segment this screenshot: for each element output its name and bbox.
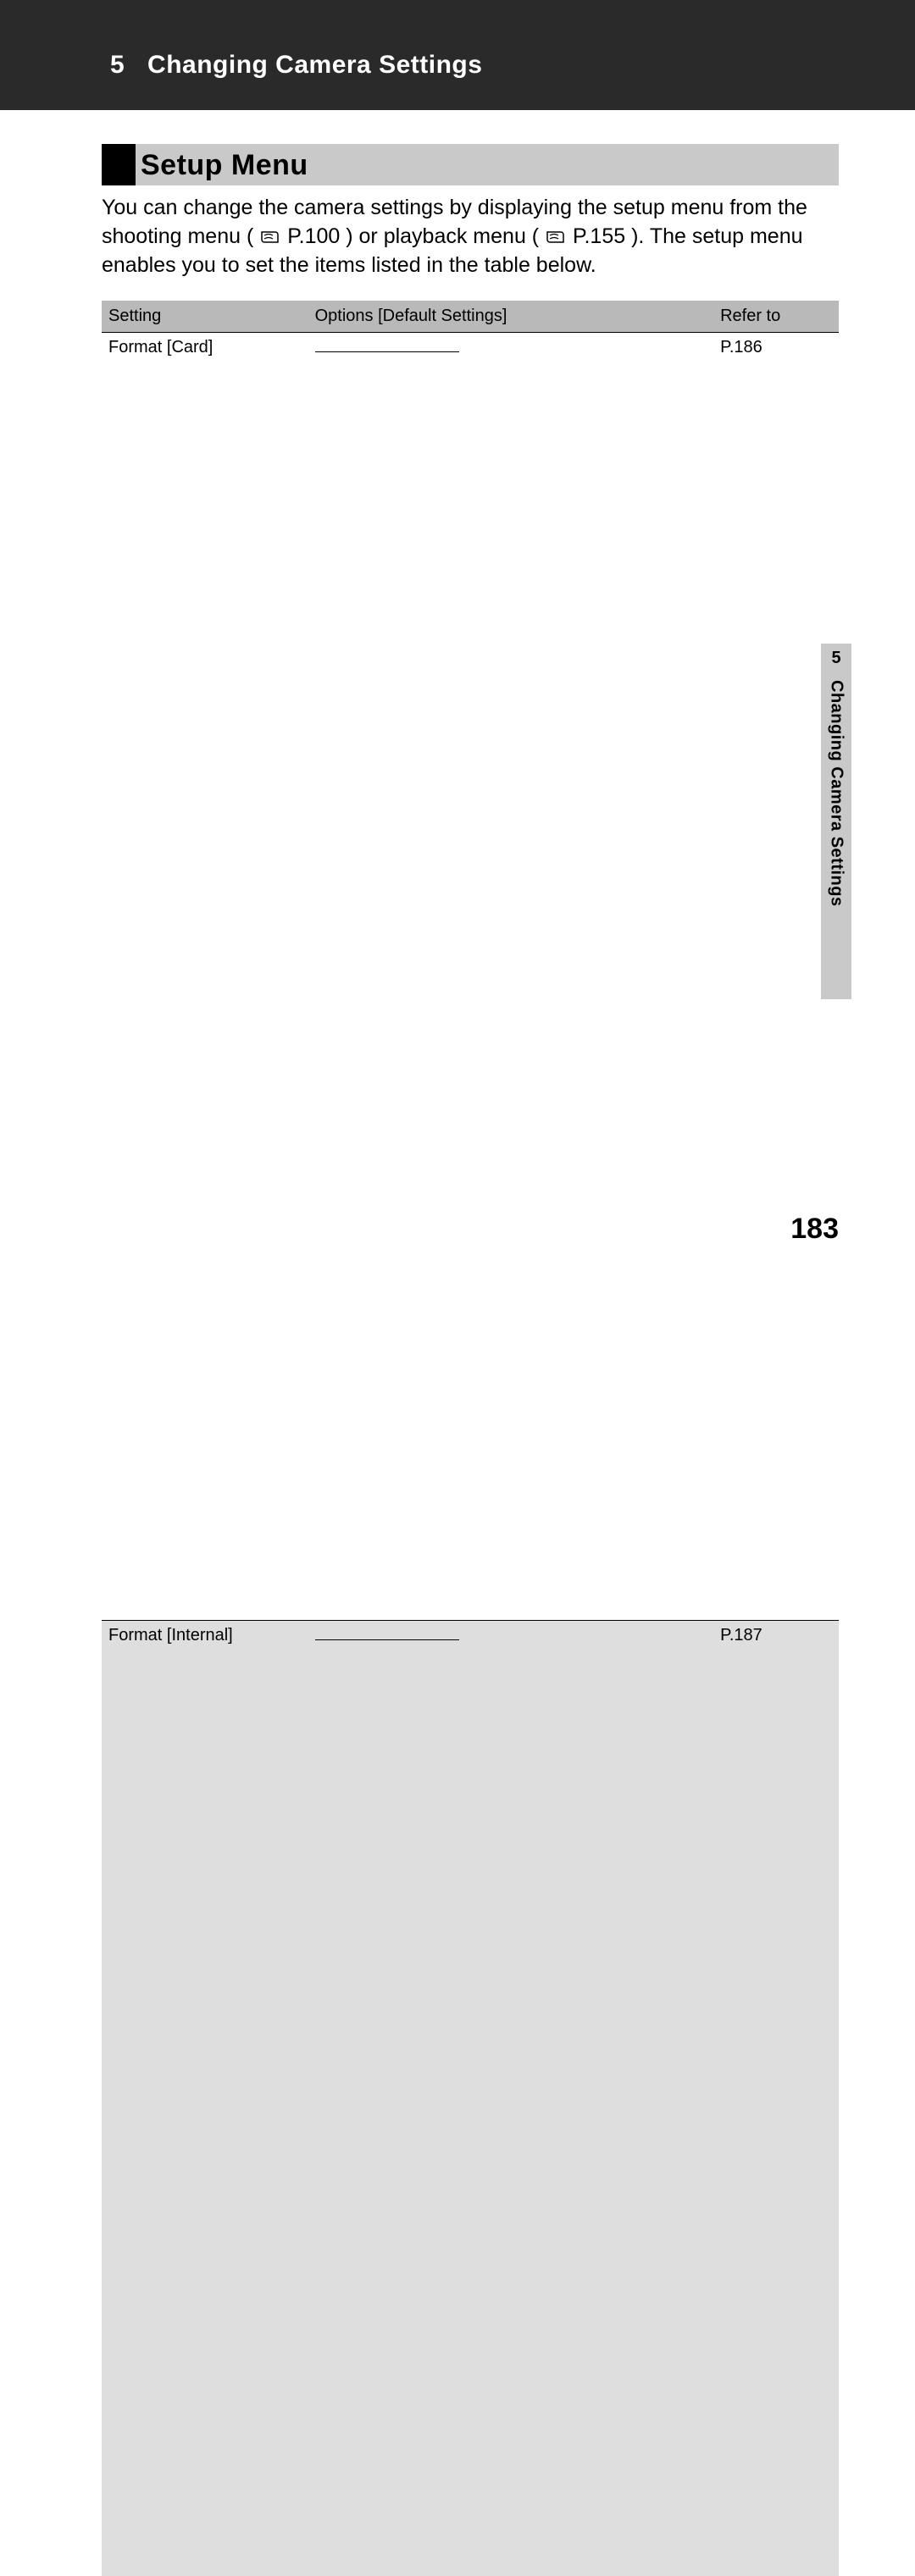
setting-cell: Format [Internal] <box>102 1621 308 2576</box>
side-tab-text: Changing Camera Settings <box>827 680 846 907</box>
reference-icon <box>545 224 573 248</box>
table-row: Format [Card] P.186 <box>102 333 839 1621</box>
section-title-marker <box>102 144 136 185</box>
chapter-number: 5 <box>110 51 125 79</box>
col-options: Options [Default Settings] <box>308 301 714 333</box>
col-refer: Refer to <box>713 301 839 333</box>
options-cell <box>308 333 714 1621</box>
dash-placeholder <box>315 351 459 352</box>
chapter-title: Changing Camera Settings <box>147 51 482 79</box>
dash-placeholder <box>315 1639 459 1640</box>
chapter-header: 5 Changing Camera Settings <box>0 0 915 110</box>
page-cell: P.186 <box>713 333 839 1621</box>
reference-icon <box>259 224 287 248</box>
side-thumb-tab: 5 Changing Camera Settings <box>821 644 851 999</box>
table-header-row: Setting Options [Default Settings] Refer… <box>102 301 839 333</box>
table-row: Format [Internal] P.187 <box>102 1621 839 2576</box>
options-cell <box>308 1621 714 2576</box>
page-number: 183 <box>790 1213 839 1246</box>
settings-table: Setting Options [Default Settings] Refer… <box>102 301 839 2576</box>
col-setting: Setting <box>102 301 308 333</box>
section-title: Setup Menu <box>102 144 839 185</box>
setting-cell: Format [Card] <box>102 333 308 1621</box>
side-tab-number: 5 <box>831 649 840 668</box>
page-cell: P.187 <box>713 1621 839 2576</box>
intro-paragraph: You can change the camera settings by di… <box>102 194 839 279</box>
section-title-text: Setup Menu <box>136 144 839 185</box>
